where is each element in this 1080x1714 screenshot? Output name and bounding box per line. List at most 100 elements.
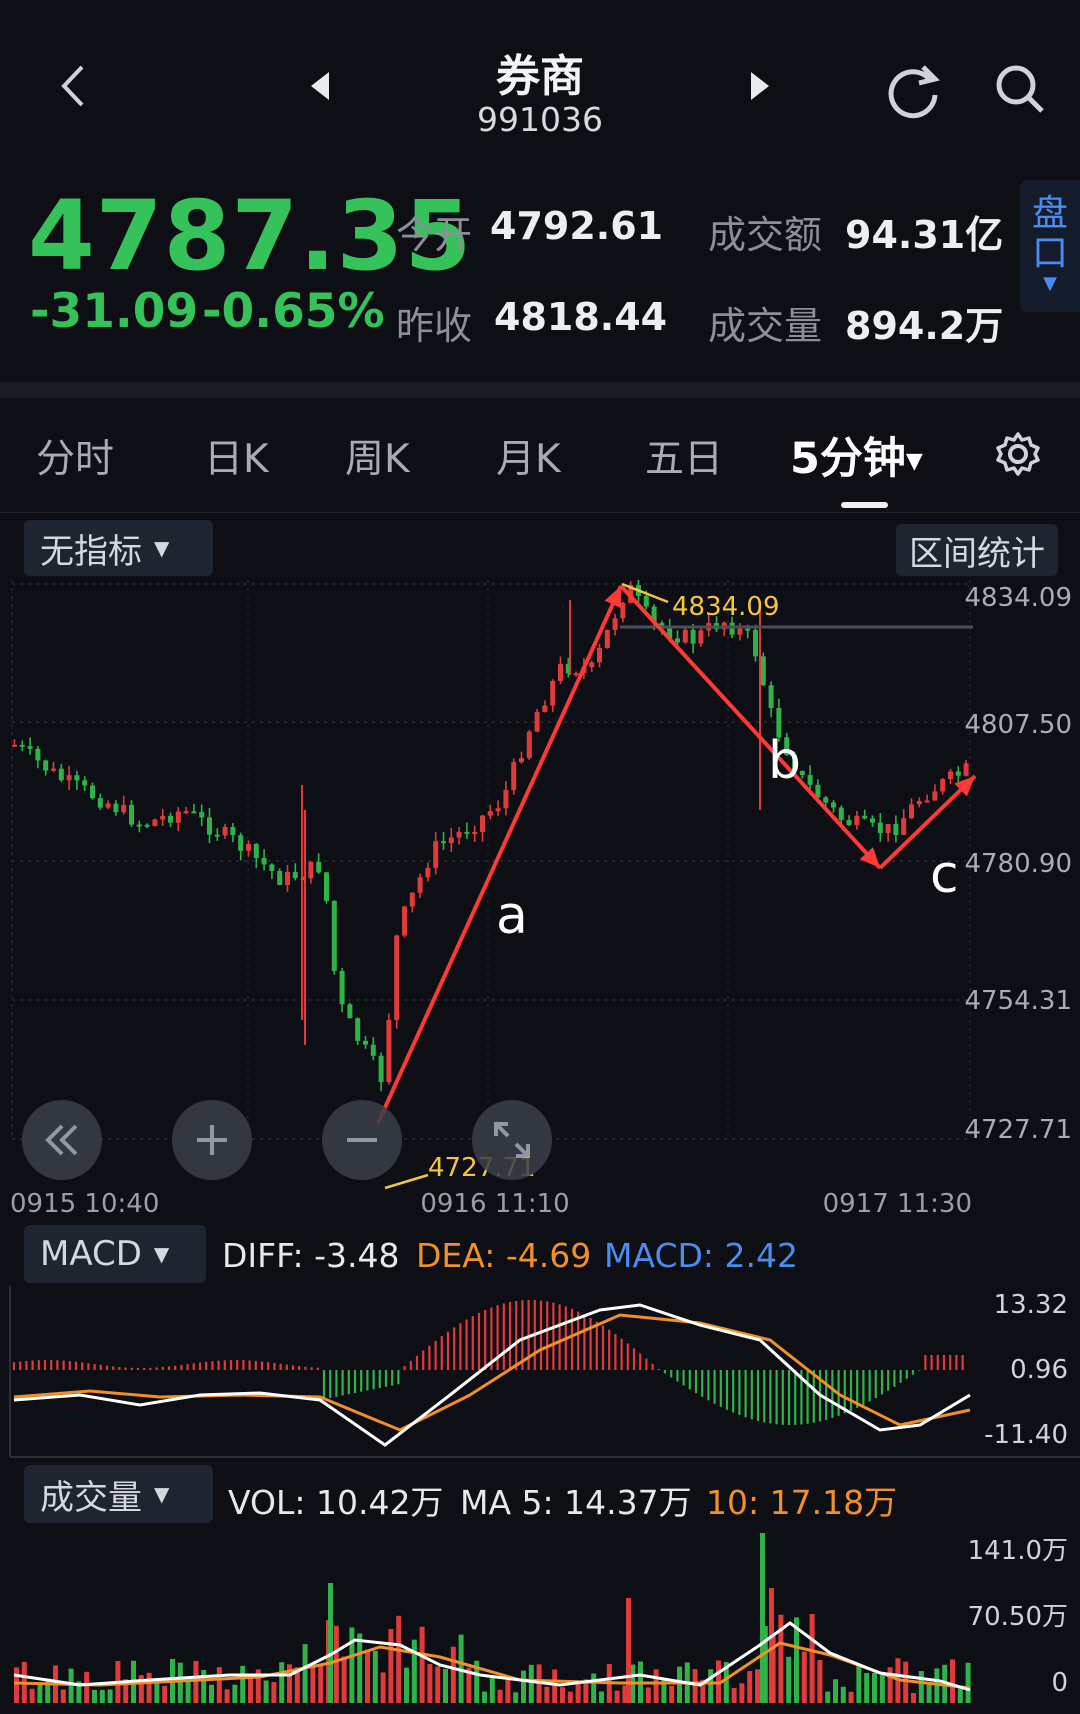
candle-body [230,826,236,836]
pankou-button[interactable]: 盘口 ▼ [1020,180,1080,312]
prev-close-value: 4818.44 [494,295,668,339]
volume-bar [185,1681,191,1703]
volume-label: 成交量 [708,304,823,348]
candle-body [183,811,189,814]
volume-bar [809,1613,815,1703]
next-stock-button[interactable] [740,62,780,110]
high-marker: 4834.09 [672,592,780,622]
x-tick-label: 0917 11:30 [823,1189,972,1219]
indicator-selector[interactable]: 无指标 ▼ [24,520,213,576]
volume-bar [911,1692,916,1703]
candle-body [285,871,290,885]
kline-candles [12,580,969,1092]
macd-chart[interactable]: 13.32 0.96 -11.40 [0,1285,1080,1460]
volume-bar [240,1665,246,1703]
candle-body [870,818,875,823]
search-button[interactable] [985,54,1055,124]
candle-body [519,758,524,763]
candle-body [503,789,509,809]
low-leader-line [384,1173,429,1190]
candle-body [113,803,119,813]
candle-body [168,815,173,823]
caret-down-icon: ▼ [1043,273,1057,294]
wave-label-a: a [496,886,528,946]
volume-bar [505,1679,511,1703]
candle-body [924,800,930,803]
candle-body [823,797,829,803]
wave-arrow-segment [376,585,623,1124]
volume-bar [918,1671,924,1703]
tab-five-day[interactable]: 五日 [645,428,723,484]
indicator-selector-label: 无指标 [40,531,142,572]
candle-body [760,656,766,686]
candle-body [448,837,454,844]
tab-weekly-k[interactable]: 周K [345,428,410,484]
tab-timeshare[interactable]: 分时 [36,428,114,484]
volume-bar [614,1690,620,1703]
candle-body [597,648,602,663]
range-stats-button[interactable]: 区间统计 [896,524,1058,576]
tab-daily-k[interactable]: 日K [204,428,269,484]
volume-bar [146,1672,152,1703]
tab-5min[interactable]: 5分钟▼ [790,424,923,486]
volume-bar [950,1659,955,1703]
volume-y-axis: 141.0万 70.50万 0 [968,1536,1068,1698]
settings-button[interactable] [990,426,1046,482]
volume-selector[interactable]: 成交量 ▼ [24,1465,213,1523]
fullscreen-button[interactable] [472,1100,552,1180]
volume-bar [177,1662,183,1703]
candle-body [152,819,158,827]
volume-bar [747,1671,753,1703]
caret-down-icon: ▼ [905,449,923,474]
pankou-label: 盘口 [1031,193,1068,274]
refresh-icon [888,65,940,119]
candle-body [955,771,961,776]
y-tick-label: 4780.90 [964,849,1072,879]
volume-bar [14,1667,19,1703]
volume-bar [856,1665,862,1703]
candle-body [877,822,883,834]
macd-diff-value: DIFF: -3.48 [222,1236,400,1275]
y-tick-label: 13.32 [994,1290,1068,1320]
volume-bar [365,1649,370,1703]
wave-label-c: c [930,845,959,905]
candle-body [831,802,836,808]
tab-monthly-k[interactable]: 月K [496,428,561,484]
volume-bar [201,1670,207,1703]
volume-bar [708,1669,714,1703]
candle-body [807,774,813,785]
volume-bar [372,1650,378,1703]
candle-body [324,872,329,901]
candle-body [464,831,470,834]
volume-bar [29,1688,35,1703]
candle-body [480,815,485,832]
candle-body [66,775,72,781]
macd-selector[interactable]: MACD ▼ [24,1225,206,1283]
candle-body [682,629,688,643]
volume-chart[interactable]: 141.0万 70.50万 0 [0,1525,1080,1714]
candle-body [417,877,423,893]
candle-body [838,807,844,821]
volume-bar [427,1664,433,1703]
candle-body [698,630,704,644]
candle-body [246,843,251,851]
candle-body [893,824,899,835]
volume-bar [677,1666,682,1703]
volume-bar [60,1689,66,1703]
macd-histogram [12,1300,964,1425]
volume-bar [887,1667,893,1703]
volume-bar [450,1646,456,1703]
price-change: -31.09 [30,284,199,339]
zoom-in-button[interactable] [172,1100,252,1180]
turnover-label: 成交额 [708,213,823,257]
candle-body [347,1004,353,1019]
scroll-left-button[interactable] [22,1100,102,1180]
zoom-out-button[interactable] [322,1100,402,1180]
wave-arrows [376,584,977,1124]
volume-bar [99,1689,105,1703]
volume-bar [328,1583,333,1703]
refresh-button[interactable] [878,54,948,124]
tab-5min-label: 5分钟 [790,434,906,484]
volume-bar [755,1669,760,1703]
volume-bar [567,1691,573,1703]
